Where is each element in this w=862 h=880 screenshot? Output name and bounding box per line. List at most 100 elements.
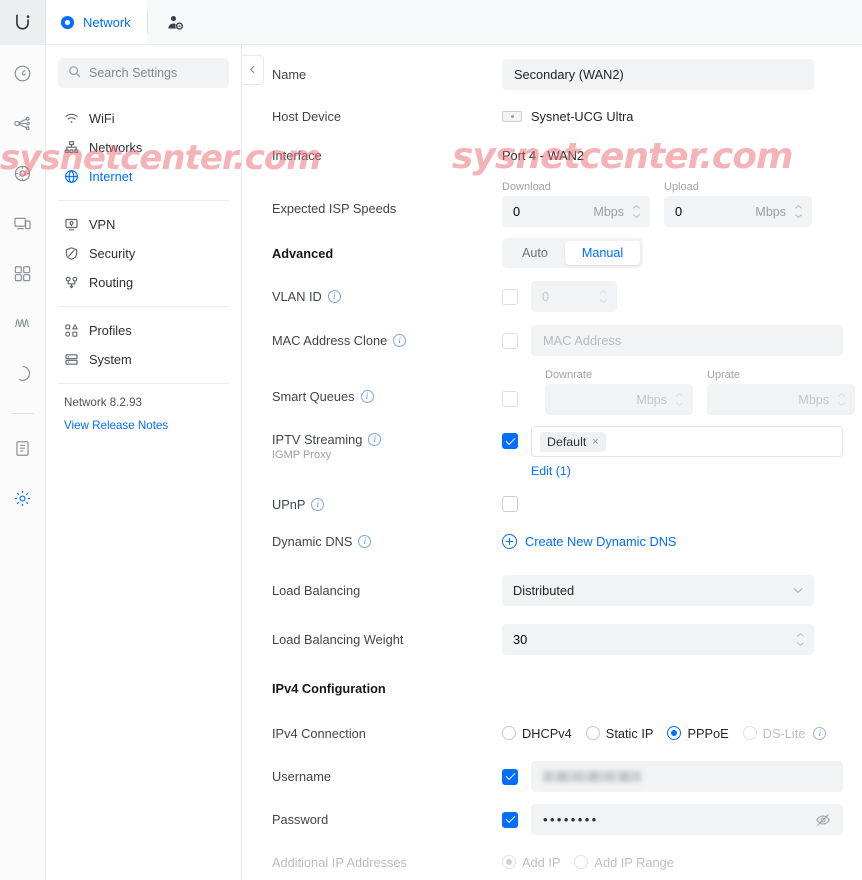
host-device-value-wrap: Sysnet-UCG Ultra (502, 109, 633, 124)
clients-icon (13, 264, 32, 288)
chevron-down-icon (793, 587, 803, 594)
mac-clone-input[interactable]: MAC Address (531, 325, 843, 356)
password-checkbox[interactable] (502, 811, 518, 828)
collapse-sidebar-button[interactable] (242, 55, 264, 85)
upload-stepper[interactable] (794, 204, 803, 219)
password-input[interactable]: •••••••• (531, 804, 843, 835)
sidebar-item-routing[interactable]: Routing (58, 268, 229, 297)
row-name: Name Secondary (WAN2) (272, 59, 832, 90)
upnp-checkbox[interactable] (502, 496, 518, 512)
host-device-value: Sysnet-UCG Ultra (531, 108, 634, 124)
downrate-stepper[interactable] (675, 392, 684, 407)
radio-pppoe-indicator (667, 726, 682, 740)
download-field: Download 0 Mbps (502, 181, 650, 227)
search-input[interactable]: Search Settings (58, 58, 229, 88)
row-smart-queues: Smart Queues i Downrate Mbps Uprate Mbps (272, 369, 855, 415)
globe-icon (64, 169, 79, 184)
label-load-balancing-weight: Load Balancing Weight (272, 632, 404, 647)
label-password: Password (272, 812, 329, 827)
rail-item-topology[interactable] (8, 111, 38, 141)
target-internet-icon (13, 164, 32, 188)
search-placeholder: Search Settings (89, 66, 178, 80)
rail-item-logs[interactable] (8, 436, 38, 466)
sidebar-item-wifi[interactable]: WiFi (58, 104, 229, 133)
label-additional-ips: Additional IP Addresses (272, 854, 407, 870)
row-host-device: Host Device Sysnet-UCG Ultra (272, 103, 832, 129)
info-icon[interactable]: i (813, 726, 827, 740)
load-balancing-value: Distributed (513, 583, 575, 598)
radio-pppoe-label: PPPoE (687, 725, 729, 741)
radio-dhcpv4[interactable]: DHCPv4 (502, 726, 572, 741)
info-icon[interactable]: i (360, 390, 374, 403)
rail-item-wifiman[interactable] (8, 361, 38, 391)
eye-off-icon[interactable] (815, 812, 831, 828)
circle-icon (13, 364, 32, 388)
rail-item-devices[interactable] (8, 211, 38, 241)
label-vlan-id: VLAN ID i (272, 289, 502, 304)
radio-pppoe[interactable]: PPPoE (667, 725, 729, 741)
upload-label: Upload (664, 181, 699, 193)
name-input[interactable]: Secondary (WAN2) (502, 59, 814, 90)
user-admin-icon[interactable] (147, 0, 204, 44)
load-balancing-weight-input[interactable]: 30 (502, 624, 814, 655)
row-ipv4-heading: IPv4 Configuration (272, 675, 832, 701)
info-icon[interactable]: i (311, 497, 325, 511)
mac-clone-checkbox[interactable] (502, 332, 518, 349)
tab-network[interactable]: Network (46, 0, 147, 44)
sidebar-item-profiles[interactable]: Profiles (58, 316, 229, 345)
row-username: Username (272, 761, 843, 792)
info-icon[interactable]: i (358, 534, 372, 548)
sidebar-item-internet[interactable]: Internet (58, 162, 229, 191)
info-icon[interactable]: i (327, 290, 341, 303)
network-dot-icon (60, 15, 75, 30)
download-stepper[interactable] (632, 204, 641, 219)
shield-icon (64, 246, 79, 261)
rail-item-settings[interactable] (8, 486, 38, 516)
smart-queues-checkbox[interactable] (502, 391, 518, 407)
load-balancing-weight-stepper[interactable] (796, 632, 805, 647)
sidebar-item-vpn[interactable]: VPN (58, 210, 229, 239)
rail-item-dashboard[interactable] (8, 61, 38, 91)
rail-item-insights[interactable] (8, 311, 38, 341)
advanced-option-manual[interactable]: Manual (564, 241, 641, 265)
uprate-stepper[interactable] (837, 392, 846, 407)
vlan-id-input[interactable]: 0 (531, 281, 617, 312)
label-load-balancing: Load Balancing (272, 583, 361, 598)
rail-item-clients[interactable] (8, 261, 38, 291)
profiles-icon (64, 323, 79, 338)
load-balancing-select[interactable]: Distributed (502, 575, 814, 606)
upload-input[interactable]: 0 Mbps (664, 196, 812, 227)
icon-rail (0, 45, 46, 880)
vlan-id-stepper[interactable] (599, 289, 608, 304)
rail-item-internet[interactable] (8, 161, 38, 191)
advanced-option-auto[interactable]: Auto (505, 241, 565, 265)
sidebar-item-system[interactable]: System (58, 345, 229, 374)
uprate-input[interactable]: Mbps (707, 384, 855, 415)
sidebar-item-networks[interactable]: Networks (58, 133, 229, 162)
sidebar-label-internet: Internet (89, 169, 133, 184)
routing-icon (64, 275, 79, 290)
downrate-input[interactable]: Mbps (545, 384, 693, 415)
iptv-edit-link[interactable]: Edit (1) (531, 464, 571, 478)
ubiquiti-logo-icon[interactable] (0, 0, 46, 44)
upload-value: 0 (675, 204, 683, 219)
release-notes-link[interactable]: View Release Notes (64, 419, 223, 432)
download-input[interactable]: 0 Mbps (502, 196, 650, 227)
create-dynamic-dns-button[interactable]: Create New Dynamic DNS (502, 533, 676, 549)
vlan-id-checkbox[interactable] (502, 288, 518, 305)
radio-static-ip[interactable]: Static IP (585, 726, 653, 741)
row-load-balancing: Load Balancing Distributed (272, 575, 832, 606)
info-icon[interactable]: i (368, 433, 382, 446)
username-input[interactable] (531, 761, 843, 792)
username-checkbox[interactable] (502, 768, 518, 785)
row-advanced: Advanced Auto Manual (272, 238, 832, 268)
iptv-network-select[interactable]: Default × (531, 426, 843, 457)
row-vlan-id: VLAN ID i 0 (272, 281, 832, 312)
iptv-tag-remove-icon[interactable]: × (592, 436, 598, 448)
sidebar-item-security[interactable]: Security (58, 239, 229, 268)
download-value: 0 (513, 204, 521, 219)
insights-wave-icon (13, 314, 32, 338)
iptv-checkbox[interactable] (502, 433, 518, 449)
info-icon[interactable]: i (393, 334, 407, 347)
plus-circle-icon (502, 533, 517, 549)
